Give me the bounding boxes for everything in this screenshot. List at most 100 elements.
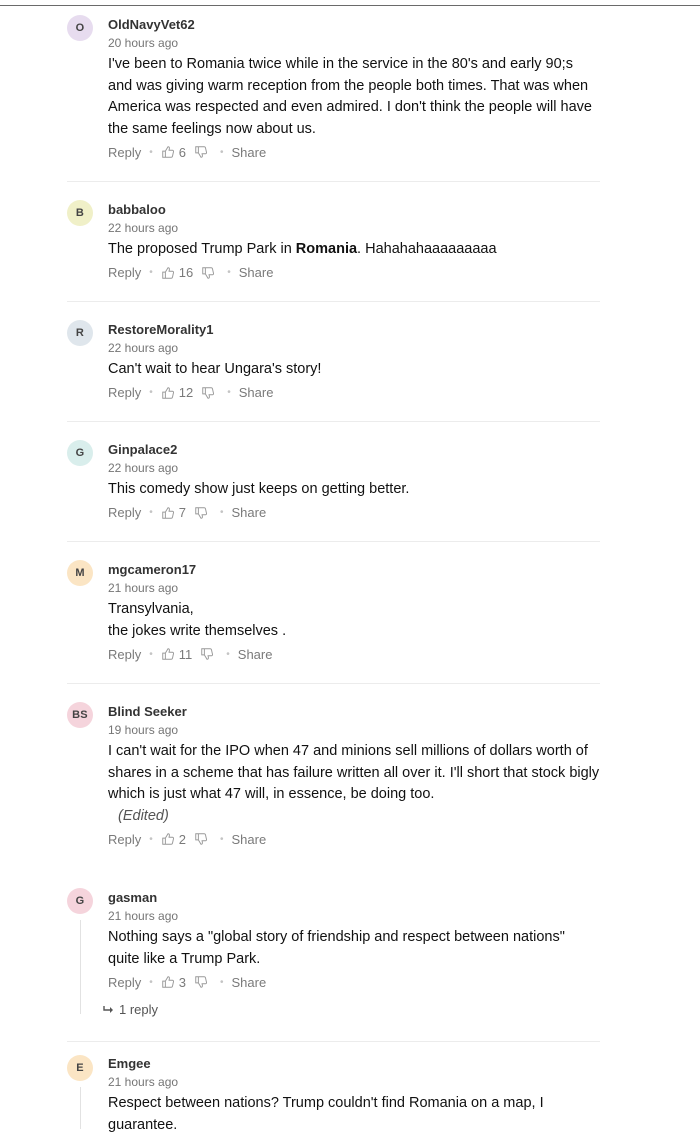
reply-button[interactable]: Reply xyxy=(108,505,141,520)
comment-author[interactable]: OldNavyVet62 xyxy=(108,17,600,32)
comment-text: Transylvania, the jokes write themselves … xyxy=(108,601,287,639)
separator-dot: • xyxy=(149,833,153,845)
comment-item: G Ginpalace2 22 hours ago This comedy sh… xyxy=(67,422,600,542)
share-button[interactable]: Share xyxy=(232,975,267,990)
comment-text: The proposed Trump Park in Romania. Haha… xyxy=(108,241,497,257)
separator-dot: • xyxy=(149,387,153,398)
separator-dot: • xyxy=(220,833,224,845)
separator-dot: • xyxy=(226,648,230,660)
view-replies-link[interactable]: 1 reply xyxy=(103,1002,158,1017)
comment-text: Respect between nations? Trump couldn't … xyxy=(108,1095,544,1133)
like-count: 11 xyxy=(178,646,193,662)
thumbs-down-icon[interactable] xyxy=(194,145,208,159)
separator-dot: • xyxy=(149,507,153,518)
highlighted-keyword: Romania xyxy=(295,241,358,257)
separator-dot: • xyxy=(220,976,224,988)
reply-button[interactable]: Reply xyxy=(108,385,141,400)
share-button[interactable]: Share xyxy=(232,832,267,847)
comment-text: I've been to Romania twice while in the … xyxy=(108,56,592,137)
comment-actions: Reply • 7 • Share xyxy=(108,505,600,521)
avatar[interactable]: E xyxy=(67,1055,93,1081)
thumbs-down-icon[interactable] xyxy=(194,506,208,520)
thread-line xyxy=(80,1087,81,1129)
comment-author[interactable]: babbaloo xyxy=(108,202,600,217)
reply-button[interactable]: Reply xyxy=(108,832,141,847)
thumbs-down-icon[interactable] xyxy=(194,975,208,989)
comment-timestamp: 21 hours ago xyxy=(108,581,179,595)
comment-actions: Reply • 2 • Share xyxy=(108,831,600,847)
comment-actions: Reply • 16 • Share xyxy=(108,265,600,281)
reply-button[interactable]: Reply xyxy=(108,145,141,160)
comment-author[interactable]: RestoreMorality1 xyxy=(108,322,600,337)
separator-dot: • xyxy=(220,507,224,518)
comment-item: O OldNavyVet62 20 hours ago I've been to… xyxy=(67,0,600,182)
thumbs-up-icon[interactable] xyxy=(161,266,175,280)
thumbs-up-icon[interactable] xyxy=(161,647,175,661)
comment-item: R RestoreMorality1 22 hours ago Can't wa… xyxy=(67,302,600,422)
share-button[interactable]: Share xyxy=(239,265,274,280)
share-button[interactable]: Share xyxy=(232,505,267,520)
comment-actions: Reply • 12 • Share xyxy=(108,385,600,401)
thumbs-up-icon[interactable] xyxy=(161,832,175,846)
comment-item: M mgcameron17 21 hours ago Transylvania,… xyxy=(67,542,600,684)
avatar[interactable]: BS xyxy=(67,702,93,728)
comment-text: I can't wait for the IPO when 47 and min… xyxy=(108,743,600,802)
comment-timestamp: 20 hours ago xyxy=(108,36,179,50)
separator-dot: • xyxy=(220,146,224,158)
share-button[interactable]: Share xyxy=(239,385,274,400)
reply-button[interactable]: Reply xyxy=(108,265,141,280)
reply-button[interactable]: Reply xyxy=(108,975,141,990)
thumbs-down-icon[interactable] xyxy=(200,647,214,661)
separator-dot: • xyxy=(149,648,153,660)
avatar[interactable]: G xyxy=(67,888,93,914)
separator-dot: • xyxy=(149,146,153,158)
edited-label: (Edited) xyxy=(118,807,169,824)
comment-actions: Reply • 6 • Share xyxy=(108,144,600,160)
like-count: 12 xyxy=(178,385,194,400)
thumbs-down-icon[interactable] xyxy=(194,832,208,846)
comment-text: Nothing says a "global story of friendsh… xyxy=(108,929,565,967)
like-count: 6 xyxy=(178,144,186,160)
comment-timestamp: 19 hours ago xyxy=(108,723,179,737)
reply-arrow-icon xyxy=(103,1005,113,1013)
share-button[interactable]: Share xyxy=(232,145,267,160)
thumbs-up-icon[interactable] xyxy=(161,386,175,400)
thumbs-up-icon[interactable] xyxy=(161,506,175,520)
thumbs-up-icon[interactable] xyxy=(161,145,175,159)
thumbs-down-icon[interactable] xyxy=(201,266,215,280)
comment-timestamp: 22 hours ago xyxy=(108,341,179,355)
avatar[interactable]: M xyxy=(67,560,93,586)
avatar[interactable]: B xyxy=(67,200,93,226)
comment-author[interactable]: Ginpalace2 xyxy=(108,442,600,457)
thread-line xyxy=(80,920,81,1014)
reply-button[interactable]: Reply xyxy=(108,647,141,662)
comment-actions: Reply • 11 • Share xyxy=(108,646,600,662)
avatar[interactable]: O xyxy=(67,15,93,41)
comment-author[interactable]: mgcameron17 xyxy=(108,562,600,577)
avatar[interactable]: G xyxy=(67,440,93,466)
comment-timestamp: 22 hours ago xyxy=(108,461,179,475)
separator-dot: • xyxy=(227,387,231,398)
comment-text: Can't wait to hear Ungara's story! xyxy=(108,361,322,377)
avatar[interactable]: R xyxy=(67,320,93,346)
like-count: 3 xyxy=(178,974,186,990)
share-button[interactable]: Share xyxy=(238,647,273,662)
comment-item: E Emgee 21 hours ago Respect between nat… xyxy=(67,1042,600,1133)
like-count: 7 xyxy=(178,505,186,520)
comment-author[interactable]: gasman xyxy=(108,890,600,905)
comment-actions: Reply • 3 • Share xyxy=(108,974,600,990)
like-count: 16 xyxy=(178,265,194,280)
thumbs-down-icon[interactable] xyxy=(201,386,215,400)
comment-timestamp: 21 hours ago xyxy=(108,1075,179,1089)
comment-item: BS Blind Seeker 19 hours ago I can't wai… xyxy=(67,684,600,870)
comment-item: G gasman 21 hours ago Nothing says a "gl… xyxy=(67,870,600,1042)
separator-dot: • xyxy=(149,267,153,278)
comment-author[interactable]: Emgee xyxy=(108,1056,600,1071)
replies-count: 1 reply xyxy=(119,1002,159,1017)
comment-author[interactable]: Blind Seeker xyxy=(108,704,600,719)
separator-dot: • xyxy=(227,267,231,278)
comment-item: B babbaloo 22 hours ago The proposed Tru… xyxy=(67,182,600,302)
thumbs-up-icon[interactable] xyxy=(161,975,175,989)
comment-text: This comedy show just keeps on getting b… xyxy=(108,481,410,497)
comment-timestamp: 22 hours ago xyxy=(108,221,179,235)
